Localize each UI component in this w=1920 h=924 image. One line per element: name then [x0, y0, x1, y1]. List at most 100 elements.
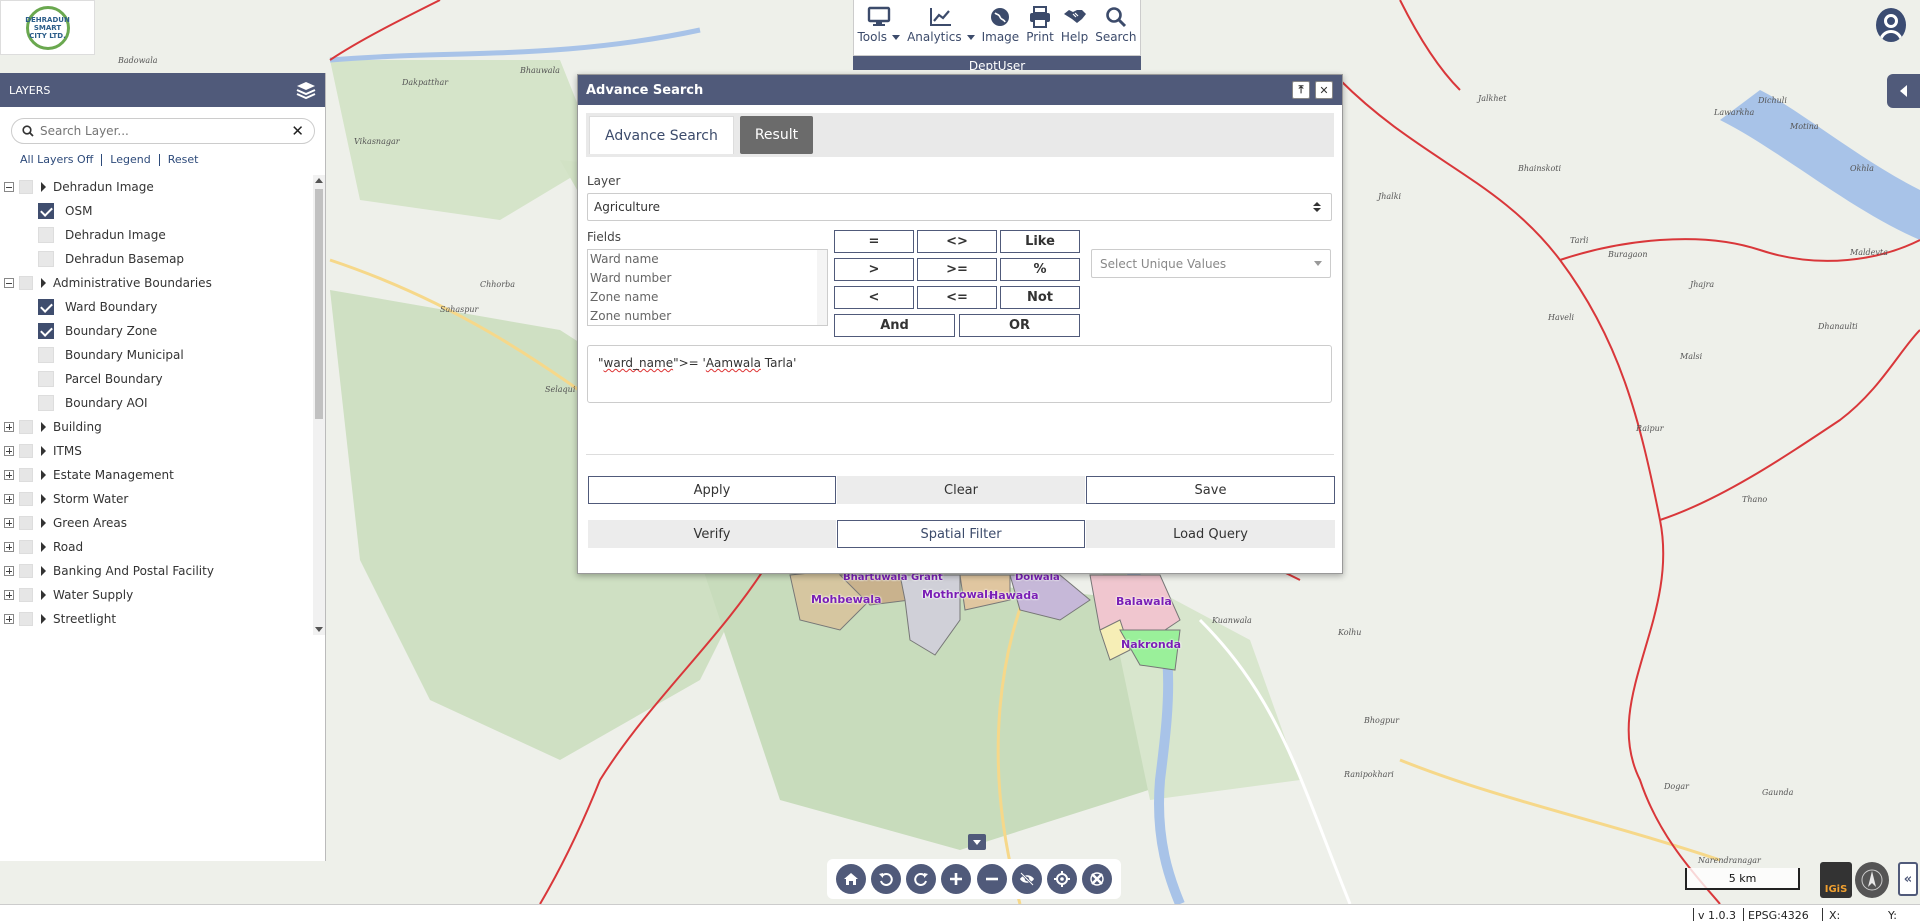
hide-layers-button[interactable]	[1011, 864, 1042, 894]
layer-row[interactable]: Dehradun Image	[0, 223, 314, 247]
group-checkbox[interactable]	[19, 180, 33, 194]
scroll-up-icon[interactable]	[315, 178, 323, 183]
group-checkbox[interactable]	[19, 612, 33, 626]
tab-result[interactable]: Result	[739, 116, 814, 154]
layer-row[interactable]: Ward Boundary	[0, 295, 314, 319]
all-layers-off-link[interactable]: All Layers Off	[20, 153, 101, 166]
group-checkbox[interactable]	[19, 468, 33, 482]
locate-button[interactable]	[1047, 864, 1078, 894]
group-checkbox[interactable]	[19, 540, 33, 554]
scroll-down-icon[interactable]	[315, 627, 323, 632]
layer-group-row[interactable]: Dehradun Image	[0, 175, 314, 199]
op-less-equal-button[interactable]: <=	[917, 286, 997, 309]
legend-link[interactable]: Legend	[102, 153, 158, 166]
save-button[interactable]: Save	[1086, 476, 1335, 504]
field-item[interactable]: Ward number	[588, 269, 827, 288]
layer-checkbox[interactable]	[38, 371, 54, 387]
op-not-equal-button[interactable]: <>	[917, 230, 997, 253]
unique-values-select[interactable]: Select Unique Values	[1091, 249, 1331, 278]
expand-icon[interactable]	[4, 494, 14, 504]
caret-right-icon[interactable]	[41, 446, 46, 456]
layer-checkbox[interactable]	[38, 323, 54, 339]
layer-group-row[interactable]: Administrative Boundaries	[0, 271, 314, 295]
tab-advance-search[interactable]: Advance Search	[589, 116, 734, 154]
caret-right-icon[interactable]	[41, 278, 46, 288]
clear-button[interactable]: Clear	[837, 476, 1085, 504]
group-checkbox[interactable]	[19, 492, 33, 506]
group-checkbox[interactable]	[19, 588, 33, 602]
layer-row[interactable]: Parcel Boundary	[0, 367, 314, 391]
op-not-button[interactable]: Not	[1000, 286, 1080, 309]
layer-group-row[interactable]: ITMS	[0, 439, 314, 463]
op-equal-button[interactable]: =	[834, 230, 914, 253]
expand-icon[interactable]	[4, 422, 14, 432]
caret-right-icon[interactable]	[41, 518, 46, 528]
fields-scrollbar[interactable]	[817, 250, 827, 325]
layer-checkbox[interactable]	[38, 227, 54, 243]
redo-button[interactable]	[906, 864, 937, 894]
load-query-button[interactable]: Load Query	[1086, 520, 1335, 548]
expand-icon[interactable]	[4, 470, 14, 480]
group-checkbox[interactable]	[19, 420, 33, 434]
expand-icon[interactable]	[4, 446, 14, 456]
search-button[interactable]: Search	[1095, 6, 1136, 55]
caret-right-icon[interactable]	[41, 422, 46, 432]
group-checkbox[interactable]	[19, 516, 33, 530]
expand-panel-button[interactable]: «	[1898, 862, 1918, 896]
caret-right-icon[interactable]	[41, 590, 46, 600]
layer-checkbox[interactable]	[38, 347, 54, 363]
expand-icon[interactable]	[4, 566, 14, 576]
minimize-icon[interactable]: ⤒	[1292, 81, 1310, 99]
expand-icon[interactable]	[4, 518, 14, 528]
expand-icon[interactable]	[4, 542, 14, 552]
field-item[interactable]: Zone name	[588, 288, 827, 307]
layer-row[interactable]: Dehradun Basemap	[0, 247, 314, 271]
user-avatar[interactable]	[1876, 8, 1906, 42]
compass-icon[interactable]	[1855, 862, 1889, 898]
zoom-out-button[interactable]	[976, 864, 1007, 894]
layer-row[interactable]: Boundary AOI	[0, 391, 314, 415]
close-icon[interactable]: ✕	[1315, 81, 1333, 99]
apply-button[interactable]: Apply	[588, 476, 836, 504]
group-checkbox[interactable]	[19, 564, 33, 578]
home-button[interactable]	[835, 864, 866, 894]
image-button[interactable]: Image	[982, 6, 1019, 55]
layer-group-row[interactable]: Streetlight	[0, 607, 314, 631]
caret-right-icon[interactable]	[41, 494, 46, 504]
collapse-icon[interactable]	[4, 278, 14, 288]
layer-row[interactable]: Boundary Zone	[0, 319, 314, 343]
caret-right-icon[interactable]	[41, 614, 46, 624]
analytics-menu-button[interactable]: Analytics	[907, 6, 975, 55]
collapse-icon[interactable]	[4, 182, 14, 192]
undo-button[interactable]	[870, 864, 901, 894]
layer-row[interactable]: Boundary Municipal	[0, 343, 314, 367]
reset-link[interactable]: Reset	[160, 153, 207, 166]
clear-drawings-button[interactable]	[1082, 864, 1113, 894]
dialog-titlebar[interactable]: Advance Search ⤒ ✕	[578, 75, 1342, 105]
field-item[interactable]: Zone number	[588, 307, 827, 325]
layer-group-row[interactable]: Building	[0, 415, 314, 439]
layer-group-row[interactable]: Estate Management	[0, 463, 314, 487]
scroll-thumb[interactable]	[315, 189, 323, 419]
clear-search-icon[interactable]: ✕	[291, 122, 304, 140]
caret-right-icon[interactable]	[41, 566, 46, 576]
print-button[interactable]: Print	[1026, 6, 1054, 55]
op-greater-equal-button[interactable]: >=	[917, 258, 997, 281]
right-panel-toggle[interactable]	[1887, 74, 1920, 108]
layer-tree-scrollbar[interactable]	[313, 175, 325, 635]
layer-checkbox[interactable]	[38, 251, 54, 267]
op-percent-button[interactable]: %	[1000, 258, 1080, 281]
op-or-button[interactable]: OR	[959, 314, 1080, 337]
layer-checkbox[interactable]	[38, 203, 54, 219]
layer-group-row[interactable]: Road	[0, 535, 314, 559]
layer-checkbox[interactable]	[38, 395, 54, 411]
op-greater-button[interactable]: >	[834, 258, 914, 281]
layer-checkbox[interactable]	[38, 299, 54, 315]
spatial-filter-button[interactable]: Spatial Filter	[837, 520, 1085, 548]
layer-search-input[interactable]	[40, 124, 286, 138]
tools-menu-button[interactable]: Tools	[858, 6, 901, 55]
op-and-button[interactable]: And	[834, 314, 955, 337]
expand-icon[interactable]	[4, 590, 14, 600]
caret-right-icon[interactable]	[41, 470, 46, 480]
query-textarea[interactable]: "ward_name">= 'Aamwala Tarla'	[587, 345, 1332, 403]
